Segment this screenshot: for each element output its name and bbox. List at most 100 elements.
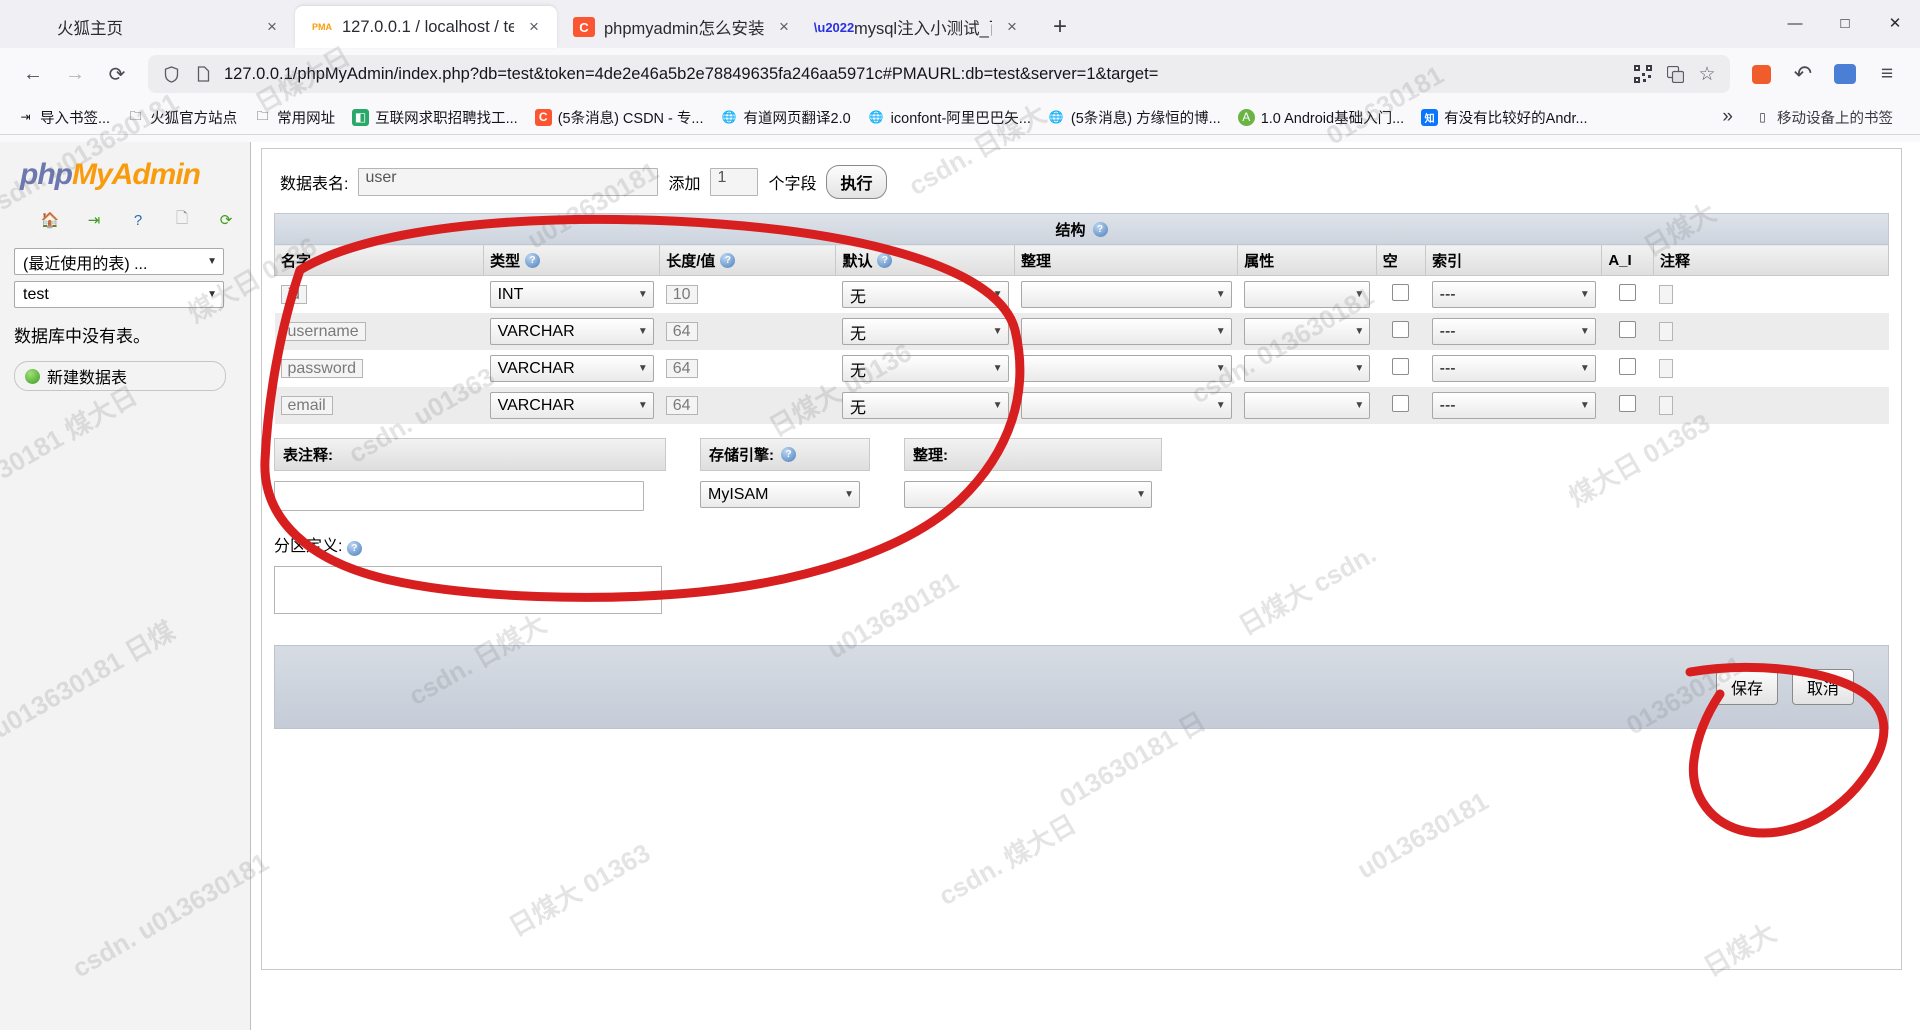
field-type-select[interactable]: VARCHAR ▼ bbox=[489, 355, 654, 382]
help-icon[interactable]: ? bbox=[877, 252, 893, 268]
recent-tables-select[interactable]: (最近使用的表) ... ▼ bbox=[14, 248, 224, 275]
tab-close-icon[interactable]: × bbox=[261, 16, 283, 38]
field-index-select[interactable]: --- ▼ bbox=[1431, 318, 1596, 345]
back-icon[interactable]: ← bbox=[14, 55, 52, 93]
bookmark-item[interactable]: 🌐 iconfont-阿里巴巴矢... bbox=[861, 104, 1038, 131]
field-ai-checkbox[interactable] bbox=[1619, 394, 1637, 412]
field-comment-input[interactable] bbox=[1659, 321, 1674, 341]
bookmark-item[interactable]: 🗀 常用网址 bbox=[247, 104, 342, 131]
tab-close-icon[interactable]: × bbox=[523, 16, 545, 38]
account-icon[interactable] bbox=[1826, 55, 1864, 93]
field-collation-select[interactable]: ▼ bbox=[1020, 318, 1232, 345]
field-comment-input[interactable] bbox=[1659, 358, 1674, 378]
shield-icon[interactable] bbox=[160, 65, 182, 83]
bookmark-item[interactable]: A 1.0 Android基础入门... bbox=[1231, 104, 1411, 131]
field-length-input[interactable]: 10 bbox=[665, 284, 698, 304]
database-select[interactable]: test ▼ bbox=[14, 281, 224, 308]
field-index-select[interactable]: --- ▼ bbox=[1431, 392, 1596, 419]
field-collation-select[interactable]: ▼ bbox=[1020, 392, 1232, 419]
field-attributes-select[interactable]: ▼ bbox=[1243, 392, 1371, 419]
field-default-select[interactable]: 无 ▼ bbox=[841, 318, 1009, 345]
extension-icon[interactable] bbox=[1742, 55, 1780, 93]
field-index-select[interactable]: --- ▼ bbox=[1431, 355, 1596, 382]
page-info-icon[interactable] bbox=[192, 66, 214, 82]
cancel-button[interactable]: 取消 bbox=[1791, 669, 1854, 705]
field-length-input[interactable]: 64 bbox=[665, 395, 698, 415]
phpmyadmin-logo[interactable]: phpMyAdmin bbox=[0, 142, 250, 198]
docs-icon[interactable]: ? bbox=[126, 208, 150, 232]
field-attributes-select[interactable]: ▼ bbox=[1243, 281, 1371, 308]
field-name-input[interactable]: id bbox=[280, 284, 307, 304]
go-button[interactable]: 执行 bbox=[826, 165, 887, 199]
help-icon[interactable]: ? bbox=[781, 447, 796, 462]
partition-textarea[interactable] bbox=[274, 566, 662, 614]
sql-icon[interactable]: 🗋 bbox=[170, 208, 194, 232]
bookmark-item[interactable]: ⇥ 导入书签... bbox=[10, 104, 117, 131]
field-comment-input[interactable] bbox=[1659, 395, 1674, 415]
table-comment-input[interactable] bbox=[274, 481, 644, 511]
help-icon[interactable]: ? bbox=[1092, 221, 1108, 237]
field-ai-checkbox[interactable] bbox=[1619, 357, 1637, 375]
history-back-icon[interactable]: ↶ bbox=[1784, 55, 1822, 93]
bookmark-item[interactable]: 🌐 有道网页翻译2.0 bbox=[714, 104, 858, 131]
url-text[interactable]: 127.0.0.1/phpMyAdmin/index.php?db=test&t… bbox=[224, 65, 1622, 84]
field-null-checkbox[interactable] bbox=[1392, 283, 1410, 301]
qr-code-icon[interactable] bbox=[1632, 65, 1654, 83]
field-length-input[interactable]: 64 bbox=[665, 321, 698, 341]
field-collation-select[interactable]: ▼ bbox=[1020, 281, 1232, 308]
reload-icon[interactable]: ⟳ bbox=[214, 208, 238, 232]
translate-icon[interactable] bbox=[1664, 65, 1686, 83]
field-comment-input[interactable] bbox=[1659, 284, 1674, 304]
home-icon[interactable]: 🏠 bbox=[38, 208, 62, 232]
browser-tab-1[interactable]: 火狐主页 × bbox=[10, 6, 295, 48]
table-collation-select[interactable]: ▼ bbox=[904, 481, 1152, 508]
bookmark-star-icon[interactable]: ☆ bbox=[1696, 63, 1718, 86]
bookmark-item[interactable]: ◧ 互联网求职招聘找工... bbox=[345, 104, 525, 131]
tab-close-icon[interactable]: × bbox=[773, 16, 795, 38]
field-null-checkbox[interactable] bbox=[1392, 394, 1410, 412]
new-tab-button[interactable]: + bbox=[1043, 10, 1077, 44]
new-table-button[interactable]: 新建数据表 bbox=[14, 361, 226, 391]
field-ai-checkbox[interactable] bbox=[1619, 320, 1637, 338]
storage-engine-select[interactable]: MyISAM ▼ bbox=[700, 481, 860, 508]
app-menu-icon[interactable]: ≡ bbox=[1868, 55, 1906, 93]
field-type-select[interactable]: INT ▼ bbox=[489, 281, 654, 308]
browser-tab-2[interactable]: PMA 127.0.0.1 / localhost / test | p × bbox=[295, 6, 557, 48]
mobile-bookmarks-item[interactable]: ▯ 移动设备上的书签 bbox=[1747, 104, 1900, 131]
field-default-select[interactable]: 无 ▼ bbox=[841, 355, 1009, 382]
field-length-input[interactable]: 64 bbox=[665, 358, 698, 378]
browser-tab-4[interactable]: \u2022 mysql注入小测试_百度搜索 × bbox=[807, 6, 1035, 48]
bookmark-item[interactable]: 知有没有比较好的Andr... bbox=[1414, 104, 1594, 131]
field-name-input[interactable]: username bbox=[280, 321, 366, 341]
help-icon[interactable]: ? bbox=[720, 252, 736, 268]
help-icon[interactable]: ? bbox=[346, 541, 362, 556]
maximize-button[interactable]: □ bbox=[1820, 0, 1870, 46]
field-attributes-select[interactable]: ▼ bbox=[1243, 318, 1371, 345]
logout-icon[interactable]: ⇥ bbox=[82, 208, 106, 232]
save-button[interactable]: 保存 bbox=[1715, 669, 1778, 705]
bookmarks-overflow-icon[interactable]: » bbox=[1722, 106, 1733, 128]
field-null-checkbox[interactable] bbox=[1392, 357, 1410, 375]
field-ai-checkbox[interactable] bbox=[1619, 283, 1637, 301]
field-attributes-select[interactable]: ▼ bbox=[1243, 355, 1371, 382]
field-default-select[interactable]: 无 ▼ bbox=[841, 281, 1009, 308]
minimize-button[interactable]: — bbox=[1770, 0, 1820, 46]
field-name-input[interactable]: email bbox=[280, 395, 333, 415]
field-name-input[interactable]: password bbox=[280, 358, 363, 378]
help-icon[interactable]: ? bbox=[525, 252, 541, 268]
field-type-select[interactable]: VARCHAR ▼ bbox=[489, 392, 654, 419]
tab-close-icon[interactable]: × bbox=[1001, 16, 1023, 38]
field-index-select[interactable]: --- ▼ bbox=[1431, 281, 1596, 308]
field-count-input[interactable]: 1 bbox=[710, 168, 759, 196]
bookmark-item[interactable]: 🌐 (5条消息) 方缘恒的博... bbox=[1041, 104, 1228, 131]
field-null-checkbox[interactable] bbox=[1392, 320, 1410, 338]
close-window-button[interactable]: ✕ bbox=[1870, 0, 1920, 46]
url-bar[interactable]: 127.0.0.1/phpMyAdmin/index.php?db=test&t… bbox=[148, 55, 1730, 93]
bookmark-item[interactable]: C (5条消息) CSDN - 专... bbox=[528, 104, 711, 131]
field-default-select[interactable]: 无 ▼ bbox=[841, 392, 1009, 419]
forward-icon[interactable]: → bbox=[56, 55, 94, 93]
field-type-select[interactable]: VARCHAR ▼ bbox=[489, 318, 654, 345]
field-collation-select[interactable]: ▼ bbox=[1020, 355, 1232, 382]
table-name-input[interactable]: user bbox=[358, 168, 659, 196]
bookmark-item[interactable]: 🗀 火狐官方站点 bbox=[120, 104, 244, 131]
